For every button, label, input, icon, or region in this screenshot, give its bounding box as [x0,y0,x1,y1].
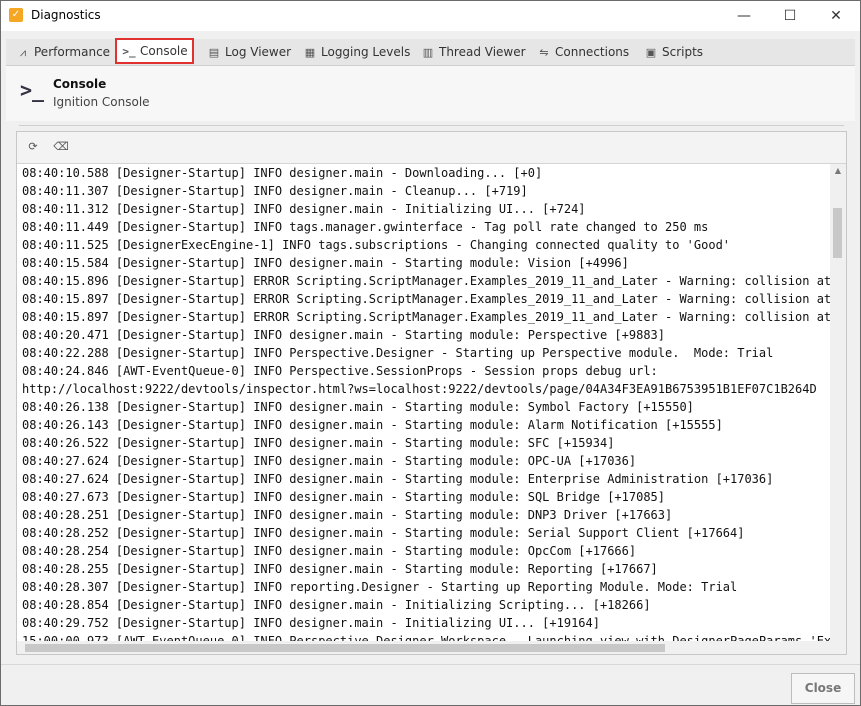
connection-icon: ⇋ [539,46,549,59]
scrollbar-corner [830,641,846,654]
console-output[interactable]: 08:40:10.588 [Designer-Startup] INFO des… [17,164,830,641]
tab-console[interactable]: >_ Console [115,38,194,64]
log-line: 08:40:28.251 [Designer-Startup] INFO des… [22,508,673,522]
log-line: 08:40:11.307 [Designer-Startup] INFO des… [22,184,528,198]
tab-label: Connections [555,45,630,59]
log-line: 08:40:15.584 [Designer-Startup] INFO des… [22,256,629,270]
tab-scripts[interactable]: ▣ Scripts [643,41,703,63]
tab-logging-levels[interactable]: ▦ Logging Levels [302,41,411,63]
log-line: 08:40:29.752 [Designer-Startup] INFO des… [22,616,600,630]
pulse-icon: ⩘ [19,46,27,59]
vertical-scroll-thumb[interactable] [833,208,842,258]
log-line: 15:00:00.973 [AWT-EventQueue-0] INFO Per… [22,634,830,641]
tab-log-viewer[interactable]: ▤ Log Viewer [206,41,291,63]
console-toolbar: ⟳ ⌫ [17,132,846,164]
log-line: 08:40:22.288 [Designer-Startup] INFO Per… [22,346,774,360]
maximize-button[interactable]: ☐ [767,1,813,31]
log-line: 08:40:11.312 [Designer-Startup] INFO des… [22,202,586,216]
tab-label: Scripts [662,45,704,59]
log-line: 08:40:24.846 [AWT-EventQueue-0] INFO Per… [22,364,658,378]
log-line: 08:40:26.522 [Designer-Startup] INFO des… [22,436,615,450]
horizontal-scroll-thumb[interactable] [25,644,665,652]
dialog-footer: Close [1,664,860,705]
script-icon: ▣ [645,46,657,59]
log-line: 08:40:15.897 [Designer-Startup] ERROR Sc… [22,292,830,306]
log-line: 08:40:28.307 [Designer-Startup] INFO rep… [22,580,738,594]
vertical-scrollbar[interactable]: ▲ [830,164,846,641]
tab-connections[interactable]: ⇋ Connections [536,41,629,63]
log-line: 08:40:15.897 [Designer-Startup] ERROR Sc… [22,310,830,324]
diagnostics-window: ✓ Diagnostics — ☐ ✕ ⩘ Performance >_ Conso… [0,0,861,706]
log-line: 08:40:20.471 [Designer-Startup] INFO des… [22,328,665,342]
log-line: 08:40:11.525 [DesignerExecEngine-1] INFO… [22,238,731,252]
log-line: 08:40:27.624 [Designer-Startup] INFO des… [22,472,774,486]
minimize-button[interactable]: — [721,1,767,31]
log-line: 08:40:27.673 [Designer-Startup] INFO des… [22,490,665,504]
eraser-icon[interactable]: ⌫ [52,138,70,156]
tab-performance[interactable]: ⩘ Performance [15,41,110,63]
tab-label: Log Viewer [225,45,292,59]
log-line: 08:40:28.252 [Designer-Startup] INFO des… [22,526,745,540]
thread-icon: ▥ [422,46,434,59]
page-title: Console [53,77,107,91]
log-line: 08:40:28.254 [Designer-Startup] INFO des… [22,544,637,558]
tab-label: Thread Viewer [439,45,526,59]
log-line: http://localhost:9222/devtools/inspector… [22,382,817,396]
log-line: 08:40:26.138 [Designer-Startup] INFO des… [22,400,694,414]
console-icon: >_ [20,78,45,102]
console-panel: ⟳ ⌫ 08:40:10.588 [Designer-Startup] INFO… [16,131,847,655]
window-title: Diagnostics [31,8,101,22]
log-line: 08:40:27.624 [Designer-Startup] INFO des… [22,454,637,468]
document-icon: ▤ [208,46,220,59]
scroll-lock-icon[interactable]: ⟳ [24,138,42,156]
header-divider [19,125,844,126]
terminal-icon: >_ [122,45,136,58]
title-bar: ✓ Diagnostics — ☐ ✕ [1,1,860,31]
log-line: 08:40:10.588 [Designer-Startup] INFO des… [22,166,543,180]
tab-label: Logging Levels [321,45,411,59]
log-line: 08:40:28.854 [Designer-Startup] INFO des… [22,598,651,612]
close-button[interactable]: Close [791,673,855,704]
page-subtitle: Ignition Console [53,95,150,109]
tab-bar: ⩘ Performance >_ Console ▤ Log Viewer ▦ Logg… [6,38,855,66]
ignition-logo-icon: ✓ [9,8,23,22]
log-line: 08:40:11.449 [Designer-Startup] INFO tag… [22,220,709,234]
tab-thread-viewer[interactable]: ▥ Thread Viewer [420,41,526,63]
log-line: 08:40:28.255 [Designer-Startup] INFO des… [22,562,658,576]
page-header: >_ Console Ignition Console [6,66,855,121]
tab-label: Performance [34,45,111,59]
scroll-up-icon[interactable]: ▲ [830,166,846,175]
window-close-button[interactable]: ✕ [813,1,859,31]
tab-label: Console [140,44,188,58]
horizontal-scrollbar[interactable] [17,641,830,654]
log-line: 08:40:15.896 [Designer-Startup] ERROR Sc… [22,274,830,288]
table-icon: ▦ [304,46,316,59]
log-line: 08:40:26.143 [Designer-Startup] INFO des… [22,418,723,432]
